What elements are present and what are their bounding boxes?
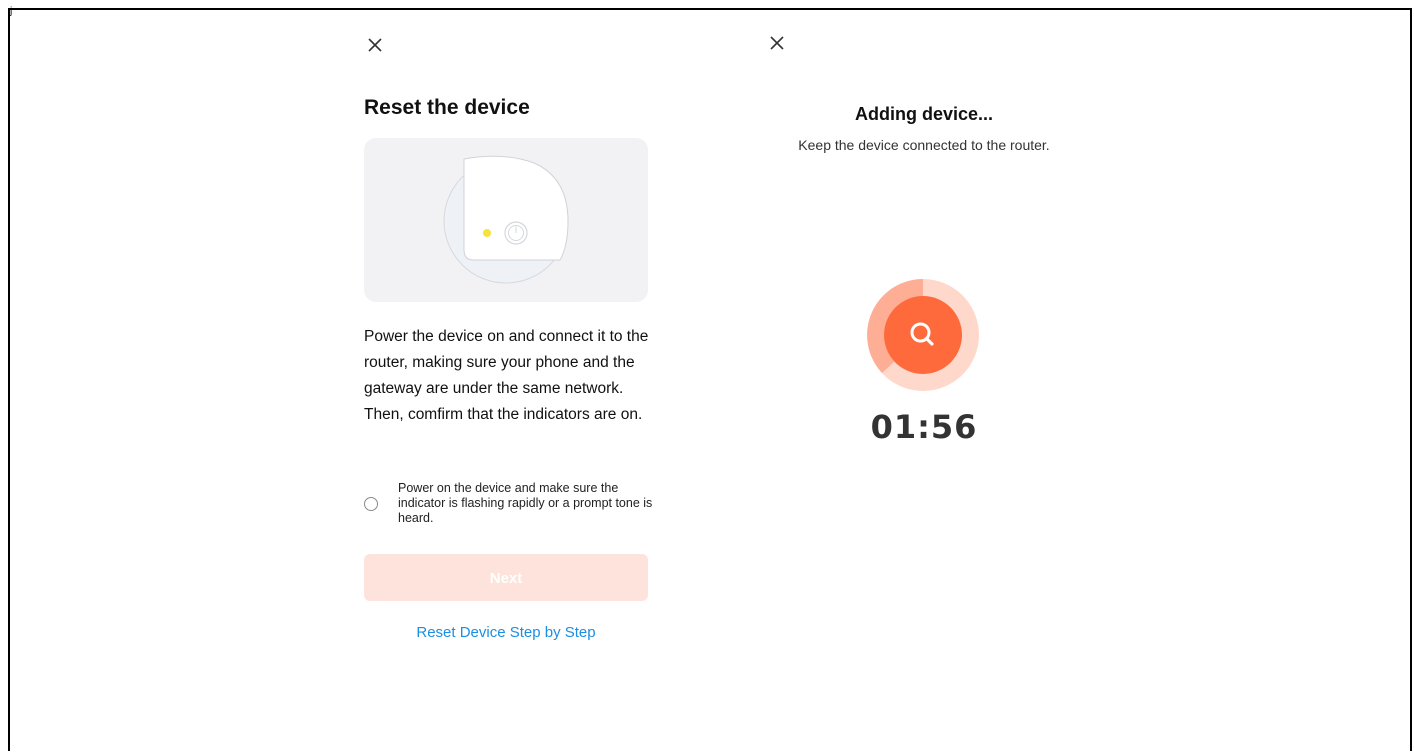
confirm-row[interactable]: Power on the device and make sure the in…: [362, 480, 662, 530]
next-button[interactable]: Next: [364, 554, 648, 601]
confirm-checkbox[interactable]: [364, 497, 378, 511]
device-illustration: [364, 138, 648, 302]
close-icon[interactable]: [364, 34, 386, 56]
close-icon[interactable]: [766, 32, 788, 54]
reset-instructions: Power the device on and connect it to th…: [364, 328, 649, 423]
adding-subtitle: Keep the device connected to the router.: [798, 137, 1050, 153]
adding-title: Adding device...: [854, 104, 994, 124]
countdown-timer: 01:56: [870, 408, 978, 446]
confirm-checkbox-label: Power on the device and make sure the in…: [398, 481, 653, 525]
indicator-light: [483, 229, 491, 237]
power-icon: [504, 221, 528, 245]
page-title: Reset the device: [364, 96, 530, 119]
reset-step-by-step-link[interactable]: Reset Device Step by Step: [364, 624, 648, 641]
search-radar: [866, 278, 980, 392]
corner-mark: j: [10, 6, 13, 17]
screenshot-frame: j: [8, 6, 1412, 751]
